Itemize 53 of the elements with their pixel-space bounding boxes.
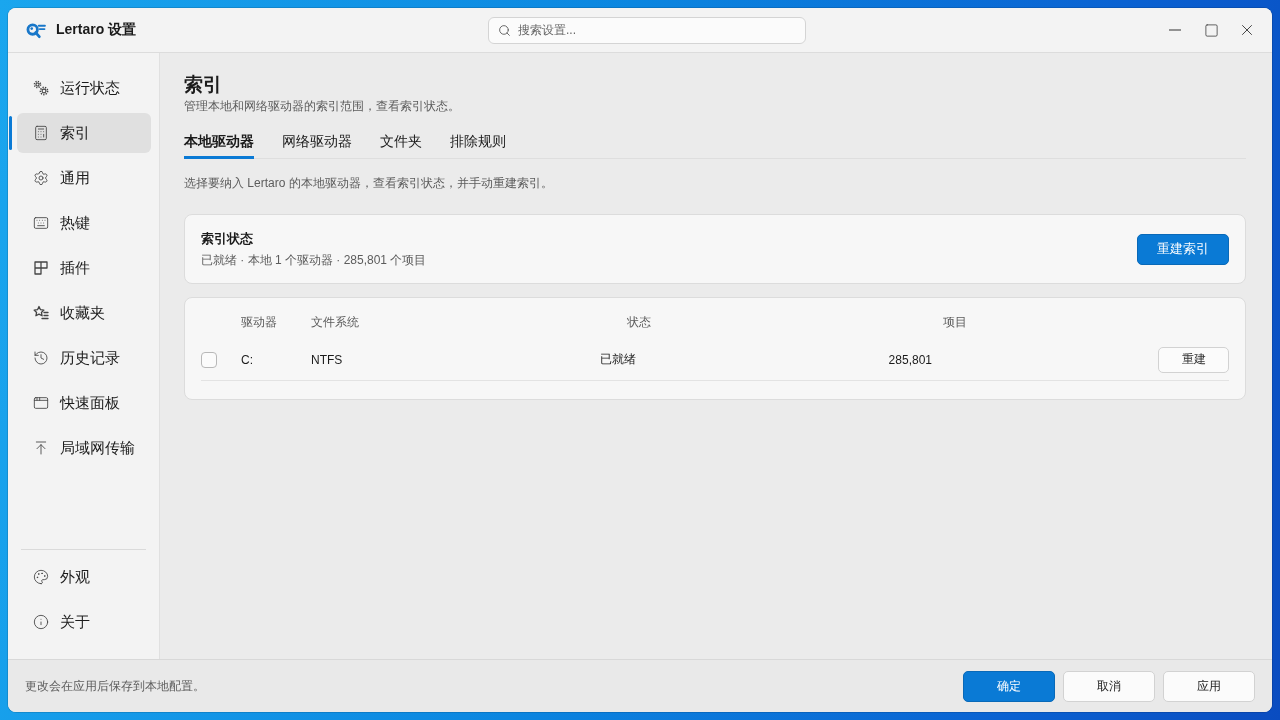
sidebar-item[interactable]: 关于 — [17, 602, 151, 642]
tab[interactable]: 网络驱动器 — [282, 124, 352, 159]
footer-button[interactable]: 取消 — [1063, 670, 1155, 702]
column-header: 驱动器 — [241, 313, 278, 331]
status-summary: 已就绪 · 本地 1 个驱动器 · 285,801 个项目 — [201, 252, 427, 268]
column-header: 状态 — [627, 313, 652, 331]
sidebar-item[interactable]: 历史记录 — [17, 338, 151, 378]
card-title: 索引状态 — [201, 230, 254, 248]
tab[interactable]: 本地驱动器 — [184, 124, 254, 159]
sidebar-item[interactable]: 快速面板 — [17, 383, 151, 423]
search-field[interactable]: 搜索设置... — [488, 16, 806, 44]
window-title: Lertaro 设置 — [56, 21, 137, 39]
keyboard-icon — [33, 215, 49, 231]
checkbox[interactable] — [201, 351, 217, 368]
rebuild-button[interactable]: 重建 — [1158, 346, 1229, 373]
sidebar-item[interactable]: 通用 — [17, 158, 151, 198]
table-cell: C: — [241, 352, 253, 367]
sidebar-item[interactable]: 运行状态 — [17, 68, 151, 108]
star-list-icon — [33, 305, 49, 321]
sidebar-item[interactable]: 插件 — [17, 248, 151, 288]
rebuild-index-button[interactable]: 重建索引 — [1137, 233, 1229, 265]
upload-icon — [33, 440, 49, 456]
calculator-icon — [33, 125, 49, 141]
window-icon — [33, 395, 49, 411]
sidebar-item[interactable]: 热键 — [17, 203, 151, 243]
table-cell: NTFS — [311, 352, 343, 367]
tab[interactable]: 文件夹 — [380, 124, 422, 159]
sidebar-item[interactable]: 索引 — [17, 113, 151, 153]
table-cell: 285,801 — [888, 352, 932, 367]
section-description: 选择要纳入 Lertaro 的本地驱动器，查看索引状态，并手动重建索引。 — [184, 175, 554, 191]
info-icon — [33, 614, 49, 630]
page-subtitle: 管理本地和网络驱动器的索引范围，查看索引状态。 — [184, 98, 461, 114]
settings-icon — [33, 170, 49, 186]
table-cell: 已就绪 — [600, 351, 636, 368]
history-icon — [33, 350, 49, 366]
search-icon — [498, 23, 511, 37]
sidebar-item[interactable]: 外观 — [17, 557, 151, 597]
page-title: 索引 — [184, 73, 223, 97]
footer-button[interactable]: 应用 — [1163, 670, 1255, 702]
gears-icon — [33, 80, 49, 96]
footer-button[interactable]: 确定 — [963, 670, 1055, 702]
layout-icon — [33, 260, 49, 276]
column-header: 项目 — [943, 313, 968, 331]
sidebar-item[interactable]: 收藏夹 — [17, 293, 151, 333]
palette-icon — [33, 569, 49, 585]
logo-icon — [25, 21, 46, 39]
maximize-icon — [1203, 22, 1219, 38]
footer-note: 更改会在应用后保存到本地配置。 — [25, 677, 205, 695]
selection-indicator — [9, 116, 12, 150]
minimize-icon — [1169, 29, 1181, 31]
column-header: 文件系统 — [311, 313, 360, 331]
sidebar-item[interactable]: 局域网传输 — [17, 428, 151, 468]
tab[interactable]: 排除规则 — [450, 124, 506, 159]
